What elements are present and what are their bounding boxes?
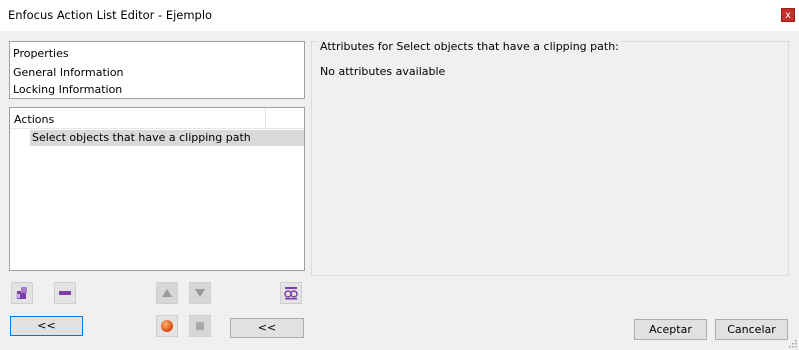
column-separator <box>265 108 266 129</box>
preview-glasses-icon <box>284 287 298 300</box>
stop-icon <box>196 322 204 330</box>
remove-action-icon <box>59 291 71 295</box>
move-up-icon <box>162 289 172 297</box>
move-down-icon <box>195 289 205 297</box>
actions-header: Actions <box>14 113 55 126</box>
action-item-clipping-path[interactable]: Select objects that have a clipping path <box>32 131 251 144</box>
close-button[interactable]: x <box>781 8 795 22</box>
record-button[interactable] <box>156 315 178 337</box>
resize-grip-icon[interactable] <box>789 340 797 348</box>
preview-button[interactable] <box>280 282 302 304</box>
attributes-group: Attributes for Select objects that have … <box>311 40 789 276</box>
window-title: Enfocus Action List Editor - Ejemplo <box>8 8 213 22</box>
move-down-button[interactable] <box>189 282 211 304</box>
move-up-button[interactable] <box>156 282 178 304</box>
close-icon: x <box>785 10 791 21</box>
cancel-button[interactable]: Cancelar <box>715 319 788 340</box>
properties-item-locking[interactable]: Locking Information <box>13 83 122 96</box>
properties-header: Properties <box>13 47 69 60</box>
actions-list[interactable]: Actions Select objects that have a clipp… <box>9 107 305 271</box>
header-divider <box>10 128 304 129</box>
remove-action-button[interactable] <box>54 282 76 304</box>
ok-button[interactable]: Aceptar <box>634 319 707 340</box>
title-bar: Enfocus Action List Editor - Ejemplo x <box>0 0 799 31</box>
record-icon <box>161 320 173 332</box>
add-action-icon <box>16 287 27 299</box>
add-action-button[interactable] <box>11 282 33 304</box>
collapse-mid-button[interactable]: << <box>230 318 304 338</box>
collapse-left-button[interactable]: << <box>10 316 83 336</box>
properties-item-general[interactable]: General Information <box>13 66 124 79</box>
properties-list[interactable]: Properties General Information Locking I… <box>9 41 305 99</box>
attributes-legend: Attributes for Select objects that have … <box>318 40 621 53</box>
stop-button[interactable] <box>189 315 211 337</box>
attributes-empty-text: No attributes available <box>320 65 446 78</box>
